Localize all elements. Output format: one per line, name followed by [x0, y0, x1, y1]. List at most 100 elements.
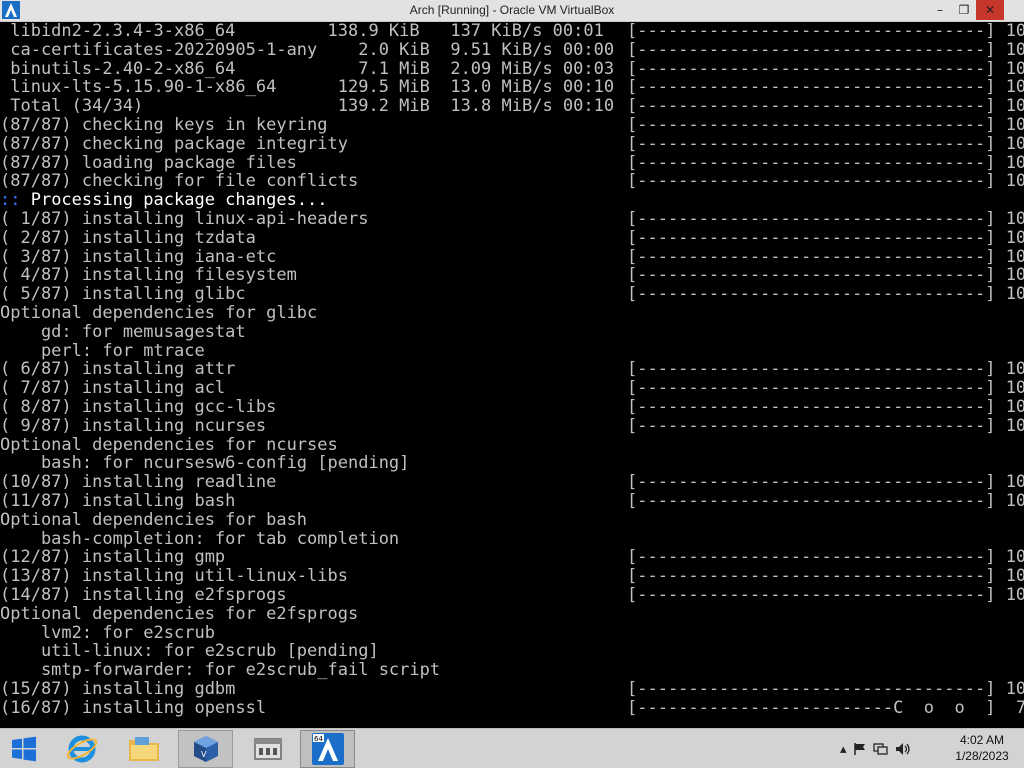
progress-bar-text: [----------------------------------] 100…: [627, 171, 1024, 192]
terminal-line: (12/87) installing gmp [-----------------…: [0, 548, 1024, 567]
terminal-line: (87/87) loading package files [----------…: [0, 152, 1024, 173]
terminal-line-text: (87/87) loading package files: [0, 152, 297, 173]
taskbar-virtualbox-manager[interactable]: V: [178, 730, 233, 768]
terminal-line-text: (14/87) installing e2fsprogs: [0, 585, 287, 605]
restore-button[interactable]: ❐: [950, 0, 978, 20]
terminal-line-text: Total (34/34) 139.2 MiB 13.8 MiB/s 00:10: [0, 96, 615, 117]
terminal-line: ( 2/87) installing tzdata [--------------…: [0, 227, 1024, 248]
pacman-arrow: ::: [0, 190, 21, 211]
terminal-line-text: ( 3/87) installing iana-etc: [0, 246, 277, 267]
arch-vm-icon: 64: [311, 733, 344, 765]
taskbar-clock[interactable]: 4:02 AM 1/28/2023: [940, 732, 1024, 764]
progress-bar-text: [----------------------------------] 100…: [627, 566, 1024, 587]
terminal-line-text: bash-completion: for tab completion: [0, 528, 400, 549]
terminal-heading-text: Processing package changes...: [20, 190, 328, 211]
progress-bar-text: [----------------------------------] 100…: [627, 58, 1024, 79]
terminal-line: (87/87) checking package integrity [-----…: [0, 133, 1024, 154]
progress-bar-text: [-------------------------C o o ] 75%: [627, 697, 1024, 718]
vm-window-icon: [253, 738, 282, 760]
taskbar-vm-window[interactable]: [240, 730, 295, 768]
terminal-line: ( 4/87) installing filesystem [----------…: [0, 266, 1024, 285]
progress-bar-text: [----------------------------------] 100…: [627, 39, 1024, 60]
terminal-line: (14/87) installing e2fsprogs [-----------…: [0, 586, 1024, 605]
terminal-line: (11/87) installing bash [----------------…: [0, 492, 1024, 511]
terminal-line-text: ( 8/87) installing gcc-libs: [0, 397, 277, 417]
terminal-line-text: smtp-forwarder: for e2scrub_fail script: [0, 660, 441, 681]
terminal-line: ( 8/87) installing gcc-libs [------------…: [0, 398, 1024, 417]
terminal-line: Total (34/34) 139.2 MiB 13.8 MiB/s 00:10…: [0, 97, 1024, 116]
progress-bar-text: [----------------------------------] 100…: [627, 246, 1024, 267]
network-icon[interactable]: [872, 742, 889, 756]
show-hidden-icons-button[interactable]: ▴: [840, 742, 847, 757]
volume-icon[interactable]: [895, 742, 911, 756]
terminal-line-text: util-linux: for e2scrub [pending]: [0, 641, 379, 662]
taskbar-file-explorer[interactable]: [116, 730, 171, 768]
terminal-line: ( 6/87) installing attr [----------------…: [0, 360, 1024, 379]
vm-console[interactable]: libidn2-2.3.4-3-x86_64 138.9 KiB 137 KiB…: [0, 22, 1024, 728]
terminal-line: (13/87) installing util-linux-libs [-----…: [0, 567, 1024, 586]
terminal-line-text: ( 1/87) installing linux-api-headers: [0, 209, 369, 229]
progress-bar-text: [----------------------------------] 100…: [627, 378, 1024, 399]
progress-bar-text: [----------------------------------] 100…: [627, 284, 1024, 305]
terminal-line-text: ca-certificates-20220905-1-any 2.0 KiB 9…: [0, 39, 615, 60]
terminal-line: libidn2-2.3.4-3-x86_64 138.9 KiB 137 KiB…: [0, 22, 1024, 41]
terminal-line: ( 3/87) installing iana-etc [------------…: [0, 246, 1024, 267]
terminal-line-text: linux-lts-5.15.90-1-x86_64 129.5 MiB 13.…: [0, 77, 615, 98]
terminal-line: smtp-forwarder: for e2scrub_fail script: [0, 661, 1024, 680]
terminal-line-text: (11/87) installing bash: [0, 491, 236, 511]
action-center-flag-icon[interactable]: [853, 742, 867, 756]
terminal-line: Optional dependencies for glibc: [0, 304, 1024, 323]
terminal-line: ( 5/87) installing glibc [---------------…: [0, 285, 1024, 304]
system-tray: ▴: [840, 729, 940, 768]
terminal-line: bash-completion: for tab completion: [0, 528, 1024, 549]
progress-bar-text: [----------------------------------] 100…: [627, 397, 1024, 417]
terminal-line-text: (87/87) checking package integrity: [0, 133, 348, 154]
terminal-line: linux-lts-5.15.90-1-x86_64 129.5 MiB 13.…: [0, 78, 1024, 97]
terminal-line: Optional dependencies for e2fsprogs: [0, 603, 1024, 624]
terminal-line: binutils-2.40-2-x86_64 7.1 MiB 2.09 MiB/…: [0, 58, 1024, 79]
terminal-line: util-linux: for e2scrub [pending]: [0, 642, 1024, 661]
terminal-line-text: (16/87) installing openssl: [0, 697, 267, 718]
terminal-line: (87/87) checking keys in keyring [-------…: [0, 116, 1024, 135]
terminal-line-text: Optional dependencies for e2fsprogs: [0, 603, 359, 624]
terminal-line-text: (15/87) installing gdbm: [0, 679, 236, 699]
progress-bar-text: [----------------------------------] 100…: [627, 96, 1024, 117]
window-titlebar[interactable]: Arch [Running] - Oracle VM VirtualBox – …: [0, 0, 1024, 22]
terminal-line-text: Optional dependencies for bash: [0, 509, 308, 530]
progress-bar-text: [----------------------------------] 100…: [627, 547, 1024, 568]
terminal-line-text: ( 4/87) installing filesystem: [0, 265, 297, 286]
start-button[interactable]: [0, 730, 48, 768]
progress-bar-text: [----------------------------------] 100…: [627, 491, 1024, 511]
progress-bar-text: [----------------------------------] 100…: [627, 133, 1024, 154]
terminal-line-text: lvm2: for e2scrub: [0, 622, 215, 643]
clock-time: 4:02 AM: [959, 733, 1005, 747]
progress-bar-text: [----------------------------------] 100…: [627, 679, 1024, 699]
clock-date: 1/28/2023: [955, 749, 1009, 763]
terminal-line: (16/87) installing openssl [-------------…: [0, 697, 1024, 718]
progress-bar-text: [----------------------------------] 100…: [627, 22, 1024, 41]
virtualbox-icon: V: [193, 736, 218, 762]
terminal-line-text: ( 2/87) installing tzdata: [0, 227, 256, 248]
taskbar: V 64 ▴ 4:02 AM 1/28/2023: [0, 728, 1024, 768]
terminal-line-text: Optional dependencies for glibc: [0, 303, 318, 323]
folder-icon: [128, 737, 159, 761]
taskbar-arch-vm[interactable]: 64: [300, 730, 355, 768]
close-button[interactable]: ✕: [976, 0, 1004, 20]
terminal-line: ( 9/87) installing ncurses [-------------…: [0, 416, 1024, 436]
progress-bar-text: [----------------------------------] 100…: [627, 359, 1024, 380]
terminal-line: ca-certificates-20220905-1-any 2.0 KiB 9…: [0, 39, 1024, 60]
progress-bar-text: [----------------------------------] 100…: [627, 265, 1024, 286]
terminal-line-text: :: Processing package changes...: [0, 191, 328, 210]
progress-bar-text: [----------------------------------] 100…: [627, 585, 1024, 605]
progress-bar-text: [----------------------------------] 100…: [627, 227, 1024, 248]
terminal-line: Optional dependencies for ncurses: [0, 435, 1024, 455]
terminal-line-text: (10/87) installing readline: [0, 472, 277, 493]
terminal-line-text: gd: for memusagestat: [0, 321, 246, 342]
taskbar-internet-explorer[interactable]: [54, 730, 109, 768]
terminal-line: ( 1/87) installing linux-api-headers [---…: [0, 210, 1024, 229]
terminal-line-text: libidn2-2.3.4-3-x86_64 138.9 KiB 137 KiB…: [0, 22, 604, 41]
internet-explorer-icon: [66, 735, 97, 763]
terminal-line-text: ( 5/87) installing glibc: [0, 284, 246, 305]
terminal-line: Optional dependencies for bash: [0, 509, 1024, 530]
terminal-line-text: ( 7/87) installing acl: [0, 378, 226, 399]
